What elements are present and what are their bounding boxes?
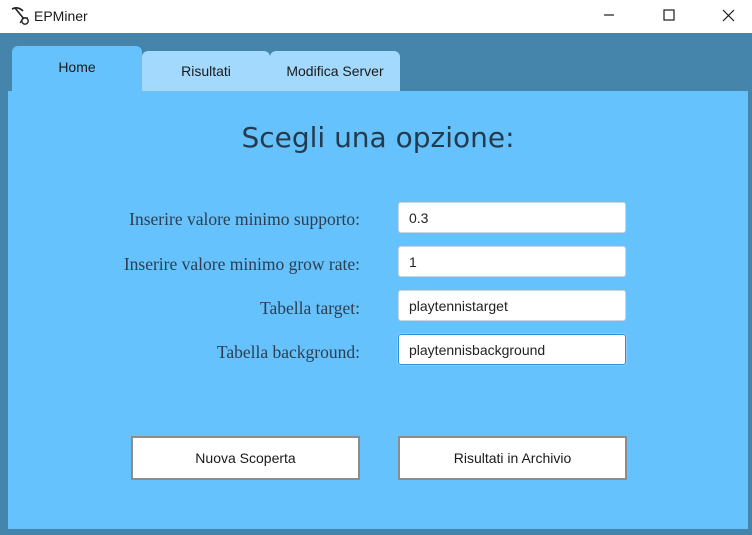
min-support-input[interactable] (398, 202, 626, 233)
pickaxe-miner-icon (11, 7, 29, 25)
target-table-label: Tabella target: (259, 298, 360, 318)
window-body: Risultati Modifica Server Home Scegli un… (0, 33, 752, 535)
close-button[interactable] (705, 0, 751, 30)
title-bar: EPMiner (0, 0, 752, 33)
min-growth-rate-input[interactable] (398, 246, 626, 277)
min-support-label: Inserire valore minimo supporto: (129, 209, 360, 229)
archive-results-button[interactable]: Risultati in Archivio (398, 436, 627, 480)
background-table-label: Tabella background: (216, 342, 360, 362)
close-icon (722, 9, 734, 21)
minimize-button[interactable] (586, 0, 632, 30)
tab-home[interactable]: Home (12, 46, 142, 92)
tab-risultati[interactable]: Risultati (142, 51, 270, 91)
min-growth-rate-label: Inserire valore minimo grow rate: (123, 254, 360, 274)
maximize-button[interactable] (646, 0, 692, 30)
background-table-input[interactable] (398, 334, 626, 365)
minimize-icon (604, 14, 614, 16)
page-title: Scegli una opzione: (241, 121, 515, 154)
new-discovery-button[interactable]: Nuova Scoperta (131, 436, 360, 480)
maximize-icon (663, 9, 675, 21)
home-panel: Scegli una opzione: Inserire valore mini… (8, 91, 748, 529)
target-table-input[interactable] (398, 290, 626, 321)
window-title: EPMiner (34, 8, 88, 24)
tab-modifica-server[interactable]: Modifica Server (270, 51, 400, 91)
